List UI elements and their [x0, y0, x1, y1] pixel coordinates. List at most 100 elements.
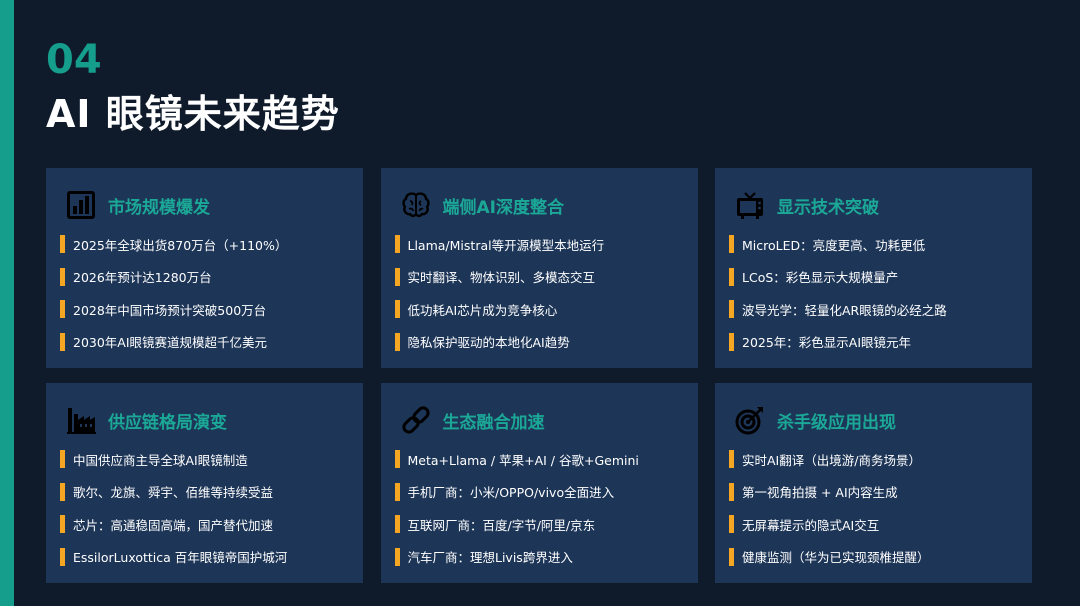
list-item-text: LCoS：彩色显示大规模量产 — [742, 270, 899, 285]
list-item-text: MicroLED：亮度更高、功耗更低 — [742, 237, 926, 253]
card-list: 实时AI翻译（出境游/商务场景） 第一视角拍摄 + AI内容生成 无屏幕提示的隐… — [729, 449, 1016, 567]
bullet-marker — [60, 515, 65, 533]
list-item: 健康监测（华为已实现颈椎提醒） — [729, 547, 1016, 567]
list-item-text: 汽车厂商：理想Livis跨界进入 — [407, 550, 573, 565]
bullet-marker — [729, 300, 734, 318]
list-item-text: EssilorLuxottica 百年眼镜帝国护城河 — [73, 550, 288, 565]
card-title: 市场规模爆发 — [108, 197, 210, 218]
list-item-text: 中国供应商主导全球AI眼镜制造 — [73, 452, 248, 468]
link-icon — [399, 403, 433, 437]
card-header: 生态融合加速 — [395, 403, 682, 437]
list-item-text: 实时翻译、物体识别、多模态交互 — [407, 270, 596, 285]
bullet-marker — [729, 235, 734, 253]
list-item-text: 手机厂商：小米/OPPO/vivo全面进入 — [407, 485, 615, 500]
list-item: 第一视角拍摄 + AI内容生成 — [729, 482, 1016, 502]
list-item-text: 健康监测（华为已实现颈椎提醒） — [742, 550, 930, 565]
list-item-text: 2025年全球出货870万台（+110%） — [73, 237, 288, 253]
card-title: 显示技术突破 — [777, 197, 879, 218]
bullet-marker — [60, 332, 65, 351]
card-title: 生态融合加速 — [442, 412, 545, 433]
list-item: 实时翻译、物体识别、多模态交互 — [394, 267, 682, 287]
list-item-text: 波导光学：轻量化AR眼镜的必经之路 — [742, 302, 947, 318]
card-list: Meta+Llama / 苹果+AI / 谷歌+Gemini 手机厂商：小米/O… — [394, 449, 682, 567]
list-item-text: 无屏幕提示的隐式AI交互 — [742, 517, 880, 533]
bullet-marker — [394, 515, 400, 533]
list-item: 无屏幕提示的隐式AI交互 — [729, 514, 1016, 534]
list-item: 汽车厂商：理想Livis跨界进入 — [394, 547, 682, 567]
card-header: 端侧AI深度整合 — [395, 188, 682, 222]
card-title: 端侧AI深度整合 — [442, 197, 564, 218]
card-list: 2025年全球出货870万台（+110%） 2026年预计达1280万台 202… — [60, 234, 347, 352]
bullet-marker — [729, 267, 734, 286]
list-item: 2026年预计达1280万台 — [60, 267, 347, 287]
bullet-marker — [60, 450, 65, 468]
card-list: Llama/Mistral等开源模型本地运行 实时翻译、物体识别、多模态交互 低… — [394, 234, 682, 352]
bullet-marker — [729, 515, 734, 533]
card-market-scale: 市场规模爆发 2025年全球出货870万台（+110%） 2026年预计达128… — [46, 168, 363, 368]
card-ecosystem: 生态融合加速 Meta+Llama / 苹果+AI / 谷歌+Gemini 手机… — [380, 383, 698, 583]
page-title: AI 眼镜未来趋势 — [46, 92, 340, 136]
card-header: 杀手级应用出现 — [729, 403, 1016, 437]
bullet-marker — [60, 547, 65, 566]
bullet-marker — [394, 300, 400, 318]
brain-icon — [399, 188, 433, 222]
bullet-marker — [60, 300, 65, 318]
bullet-marker — [60, 482, 65, 501]
card-edge-ai: 端侧AI深度整合 Llama/Mistral等开源模型本地运行 实时翻译、物体识… — [380, 168, 698, 368]
left-accent-bar — [0, 0, 14, 606]
card-list: MicroLED：亮度更高、功耗更低 LCoS：彩色显示大规模量产 波导光学：轻… — [729, 234, 1016, 352]
list-item: 中国供应商主导全球AI眼镜制造 — [60, 449, 347, 469]
bar-chart-icon — [64, 188, 98, 222]
target-icon — [733, 403, 767, 437]
trend-card-grid: 市场规模爆发 2025年全球出货870万台（+110%） 2026年预计达128… — [46, 168, 1032, 583]
card-header: 显示技术突破 — [729, 188, 1016, 222]
list-item-text: 低功耗AI芯片成为竞争核心 — [407, 302, 558, 318]
list-item: Meta+Llama / 苹果+AI / 谷歌+Gemini — [394, 449, 682, 469]
list-item: 波导光学：轻量化AR眼镜的必经之路 — [729, 299, 1016, 319]
list-item: Llama/Mistral等开源模型本地运行 — [394, 234, 682, 254]
list-item: 歌尔、龙旗、舜宇、佰维等持续受益 — [60, 482, 347, 502]
list-item: EssilorLuxottica 百年眼镜帝国护城河 — [60, 547, 347, 567]
list-item-text: 2028年中国市场预计突破500万台 — [73, 302, 267, 318]
list-item-text: 芯片：高通稳固高端，国产替代加速 — [73, 517, 274, 533]
list-item-text: 2026年预计达1280万台 — [73, 270, 212, 285]
bullet-marker — [394, 267, 400, 286]
tv-icon — [733, 188, 767, 222]
bullet-marker — [394, 547, 400, 566]
list-item-text: 歌尔、龙旗、舜宇、佰维等持续受益 — [73, 485, 274, 500]
list-item: 2028年中国市场预计突破500万台 — [60, 299, 347, 319]
list-item: 手机厂商：小米/OPPO/vivo全面进入 — [394, 482, 682, 502]
bullet-marker — [729, 332, 734, 351]
list-item-text: Llama/Mistral等开源模型本地运行 — [407, 237, 605, 253]
card-supply-chain: 供应链格局演变 中国供应商主导全球AI眼镜制造 歌尔、龙旗、舜宇、佰维等持续受益… — [46, 383, 363, 583]
bullet-marker — [729, 450, 734, 468]
card-title: 供应链格局演变 — [108, 412, 227, 433]
bullet-marker — [394, 450, 400, 468]
list-item: 实时AI翻译（出境游/商务场景） — [729, 449, 1016, 469]
list-item: MicroLED：亮度更高、功耗更低 — [729, 234, 1016, 254]
list-item: 低功耗AI芯片成为竞争核心 — [394, 299, 682, 319]
bullet-marker — [60, 267, 65, 286]
card-title: 杀手级应用出现 — [777, 412, 896, 433]
list-item-text: 隐私保护驱动的本地化AI趋势 — [407, 335, 570, 350]
list-item-text: Meta+Llama / 苹果+AI / 谷歌+Gemini — [407, 452, 639, 468]
list-item: 2025年全球出货870万台（+110%） — [60, 234, 347, 254]
section-number: 04 — [46, 37, 102, 83]
list-item: 2025年：彩色显示AI眼镜元年 — [729, 332, 1016, 352]
card-list: 中国供应商主导全球AI眼镜制造 歌尔、龙旗、舜宇、佰维等持续受益 芯片：高通稳固… — [60, 449, 347, 567]
list-item-text: 互联网厂商：百度/字节/阿里/京东 — [407, 517, 596, 533]
card-header: 供应链格局演变 — [60, 403, 347, 437]
list-item-text: 2030年AI眼镜赛道规模超千亿美元 — [73, 335, 268, 350]
bullet-marker — [729, 547, 734, 566]
bullet-marker — [394, 332, 400, 351]
card-header: 市场规模爆发 — [60, 188, 347, 222]
list-item-text: 2025年：彩色显示AI眼镜元年 — [742, 335, 912, 350]
card-display-tech: 显示技术突破 MicroLED：亮度更高、功耗更低 LCoS：彩色显示大规模量产… — [715, 168, 1032, 368]
card-killer-apps: 杀手级应用出现 实时AI翻译（出境游/商务场景） 第一视角拍摄 + AI内容生成… — [715, 383, 1032, 583]
bullet-marker — [729, 482, 734, 501]
bullet-marker — [394, 482, 400, 501]
bullet-marker — [394, 235, 400, 253]
list-item: 2030年AI眼镜赛道规模超千亿美元 — [60, 332, 347, 352]
list-item-text: 实时AI翻译（出境游/商务场景） — [742, 452, 921, 468]
factory-icon — [64, 403, 98, 437]
